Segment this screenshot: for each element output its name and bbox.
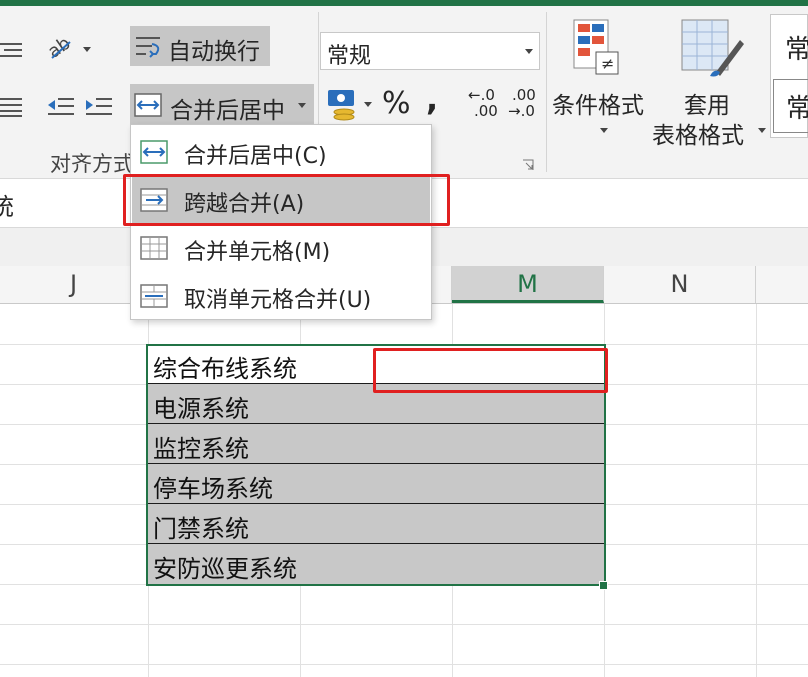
annotation-box-menu: [123, 174, 450, 226]
wrap-text-button[interactable]: 自动换行: [130, 26, 270, 66]
orientation-icon[interactable]: ab: [44, 32, 78, 63]
column-header-m-label: M: [517, 270, 538, 298]
column-header-n-label: N: [670, 270, 689, 298]
number-format-dropdown-icon[interactable]: [525, 49, 533, 54]
format-as-table-label-2: 表格格式: [652, 123, 744, 149]
merge-cells-icon: [140, 236, 168, 260]
justify-icon[interactable]: [0, 96, 24, 118]
menu-item-label: 取消单元格合并(U): [184, 288, 372, 313]
cell-style-selected-label: 常: [786, 94, 808, 124]
column-header-o[interactable]: [756, 266, 808, 303]
merge-center-icon: [140, 140, 168, 164]
number-format-value: 常规: [327, 44, 372, 69]
alignment-group-label: 对齐方式: [50, 152, 134, 176]
decrease-decimal-button[interactable]: .00 →.0: [508, 86, 542, 122]
number-format-select[interactable]: 常规: [320, 32, 540, 70]
menu-item-unmerge-cells[interactable]: 取消单元格合并(U): [132, 272, 430, 320]
menu-item-merge-cells[interactable]: 合并单元格(M): [132, 224, 430, 272]
conditional-format-button[interactable]: ≠ 条件格式: [548, 16, 648, 136]
conditional-format-dropdown-icon: [600, 128, 608, 133]
format-as-table-button[interactable]: 套用 表格格式: [650, 16, 768, 149]
svg-text:ab: ab: [46, 33, 75, 62]
fill-handle[interactable]: [599, 581, 608, 590]
orientation-dropdown-icon[interactable]: [83, 47, 91, 52]
format-as-table-icon: [680, 18, 744, 78]
merge-center-button[interactable]: 合并后居中: [130, 84, 314, 126]
format-as-table-dropdown-icon: [758, 128, 766, 133]
menu-item-merge-center[interactable]: 合并后居中(C): [132, 128, 430, 176]
cell-styles-gallery[interactable]: 常 常: [770, 14, 808, 138]
increase-decimal-bottom: .00: [474, 102, 498, 120]
conditional-format-icon: ≠: [572, 18, 620, 76]
menu-item-label: 合并后居中(C): [184, 144, 327, 169]
format-as-table-label-1: 套用: [684, 93, 730, 119]
group-separator: [546, 12, 547, 172]
comma-style-button[interactable]: ,: [426, 80, 438, 118]
increase-indent-icon[interactable]: [84, 96, 114, 118]
merge-center-icon: [134, 93, 164, 117]
decrease-decimal-bottom: →.0: [508, 102, 535, 120]
column-gridline: [756, 304, 757, 677]
column-header-m[interactable]: M: [452, 266, 604, 303]
cell-style-normal[interactable]: 常: [785, 29, 808, 66]
merge-center-label: 合并后居中: [170, 98, 285, 124]
annotation-box-cell: [373, 348, 608, 393]
row-gridline: [0, 664, 808, 665]
formula-bar-text: 统: [0, 193, 14, 221]
column-header-j[interactable]: J: [0, 266, 148, 303]
column-header-n[interactable]: N: [604, 266, 756, 303]
percent-style-button[interactable]: %: [382, 86, 411, 121]
increase-decimal-button[interactable]: ←.0 .00: [468, 86, 502, 122]
accounting-format-icon[interactable]: [326, 86, 360, 122]
conditional-format-label: 条件格式: [552, 93, 644, 119]
wrap-text-label: 自动换行: [168, 39, 260, 65]
unmerge-cells-icon: [140, 284, 168, 308]
decrease-indent-icon[interactable]: [46, 96, 76, 118]
accounting-dropdown-icon[interactable]: [364, 102, 372, 107]
svg-text:≠: ≠: [601, 54, 614, 73]
number-dialog-launcher-icon[interactable]: [522, 156, 534, 170]
menu-item-label: 合并单元格(M): [184, 240, 331, 265]
column-header-j-label: J: [69, 270, 78, 298]
wrap-text-icon: [134, 34, 164, 60]
row-gridline: [0, 624, 808, 625]
align-lines-icon[interactable]: [0, 40, 24, 60]
cell-style-selected[interactable]: 常: [773, 79, 808, 133]
merge-dropdown-icon[interactable]: [298, 103, 306, 108]
